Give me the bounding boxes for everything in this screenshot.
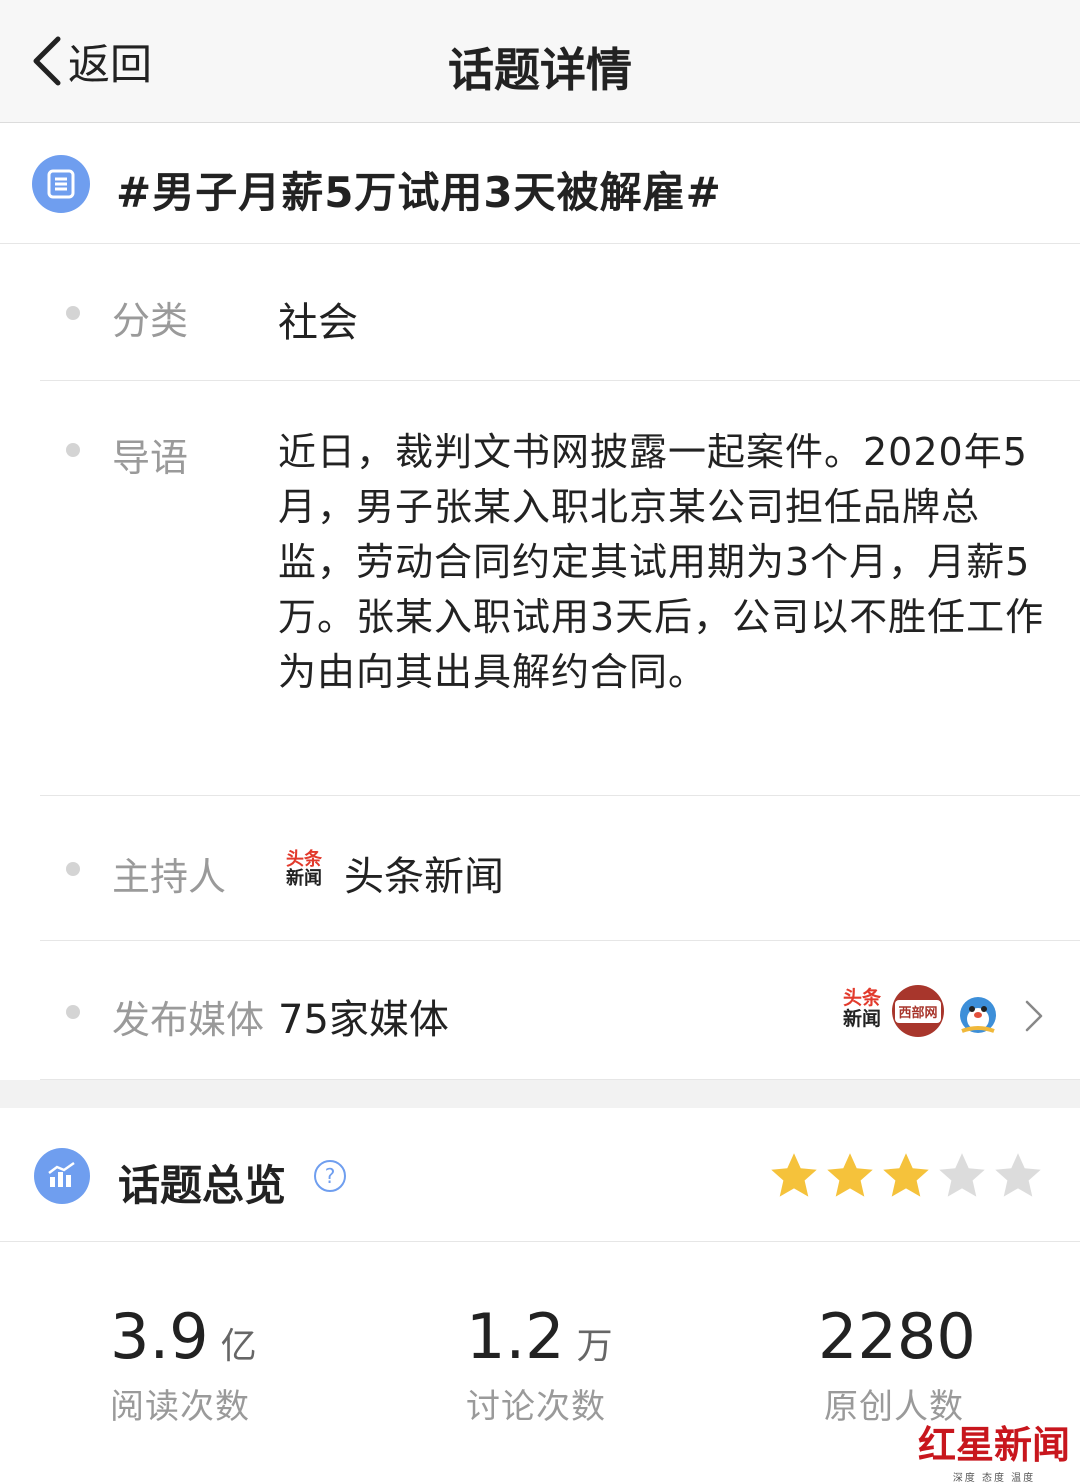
bullet-dot — [66, 306, 80, 320]
stat-label: 阅读次数 — [110, 1387, 250, 1427]
bullet-dot — [66, 1005, 80, 1019]
host-name[interactable]: 头条新闻 — [344, 844, 504, 902]
page-title: 话题详情 — [448, 43, 632, 97]
category-row: 分类 社会 — [40, 244, 1080, 381]
bullet-dot — [66, 443, 80, 457]
stat-value: 3.9 — [110, 1300, 209, 1373]
stat-value: 2280 — [818, 1300, 976, 1373]
toutiao-news-logo: 头条 新闻 — [286, 849, 322, 889]
category-value: 社会 — [278, 300, 358, 346]
stat-discussions: 1.2 万 讨论次数 — [466, 1300, 766, 1428]
stat-reads: 3.9 亿 阅读次数 — [110, 1300, 410, 1428]
watermark-sub: 深度 态度 温度 — [952, 1473, 1036, 1484]
question-icon[interactable]: ? — [314, 1160, 346, 1192]
topic-title: #男子月薪5万试用3天被解雇# — [116, 168, 722, 217]
stat-original-authors: 2280 原创人数 — [818, 1300, 1080, 1428]
stat-value: 1.2 — [466, 1300, 565, 1373]
intro-text: 近日，裁判文书网披露一起案件。2020年5月，男子张某入职北京某公司担任品牌总监… — [278, 430, 1045, 694]
watermark-main: 红星新闻 — [917, 1422, 1070, 1467]
star-icon — [995, 1153, 1041, 1197]
star-icon — [939, 1153, 985, 1197]
media-row[interactable]: 发布媒体 75家媒体 头条 新闻 西部网 — [40, 941, 1080, 1080]
category-label: 分类 — [112, 299, 189, 343]
star-icon — [883, 1153, 929, 1197]
section-divider — [0, 1080, 1080, 1108]
stat-unit: 万 — [576, 1326, 613, 1367]
hongxing-news-watermark: 红星新闻 深度 态度 温度 — [918, 1414, 1070, 1484]
toutiao-news-logo: 头条 新闻 — [842, 987, 881, 1030]
rating-stars — [768, 1150, 1044, 1202]
bar-chart-icon — [34, 1148, 90, 1204]
media-logo-group[interactable]: 头条 新闻 西部网 — [840, 985, 1004, 1037]
intro-row: 导语 近日，裁判文书网披露一起案件。2020年5月，男子张某入职北京某公司担任品… — [40, 381, 1080, 796]
media-count: 75家媒体 — [278, 997, 449, 1043]
overview-header: 话题总览 ? — [0, 1108, 1080, 1242]
bullet-dot — [66, 862, 80, 876]
overview-title: 话题总览 — [118, 1161, 287, 1210]
star-icon — [827, 1153, 873, 1197]
intro-label: 导语 — [112, 436, 189, 480]
stat-label: 讨论次数 — [466, 1387, 606, 1427]
host-label: 主持人 — [112, 855, 227, 899]
star-icon — [771, 1153, 817, 1197]
xibu-net-logo: 西部网 — [892, 985, 944, 1037]
host-row[interactable]: 主持人 头条 新闻 头条新闻 — [40, 796, 1080, 941]
topic-header: #男子月薪5万试用3天被解雇# — [0, 123, 1080, 244]
stat-unit: 亿 — [220, 1326, 257, 1367]
media-label: 发布媒体 — [112, 998, 265, 1042]
chevron-right-icon[interactable] — [1024, 999, 1044, 1033]
top-nav-bar: 返回 话题详情 — [0, 0, 1080, 123]
list-icon — [32, 155, 90, 213]
seal-mascot-logo — [960, 997, 996, 1033]
